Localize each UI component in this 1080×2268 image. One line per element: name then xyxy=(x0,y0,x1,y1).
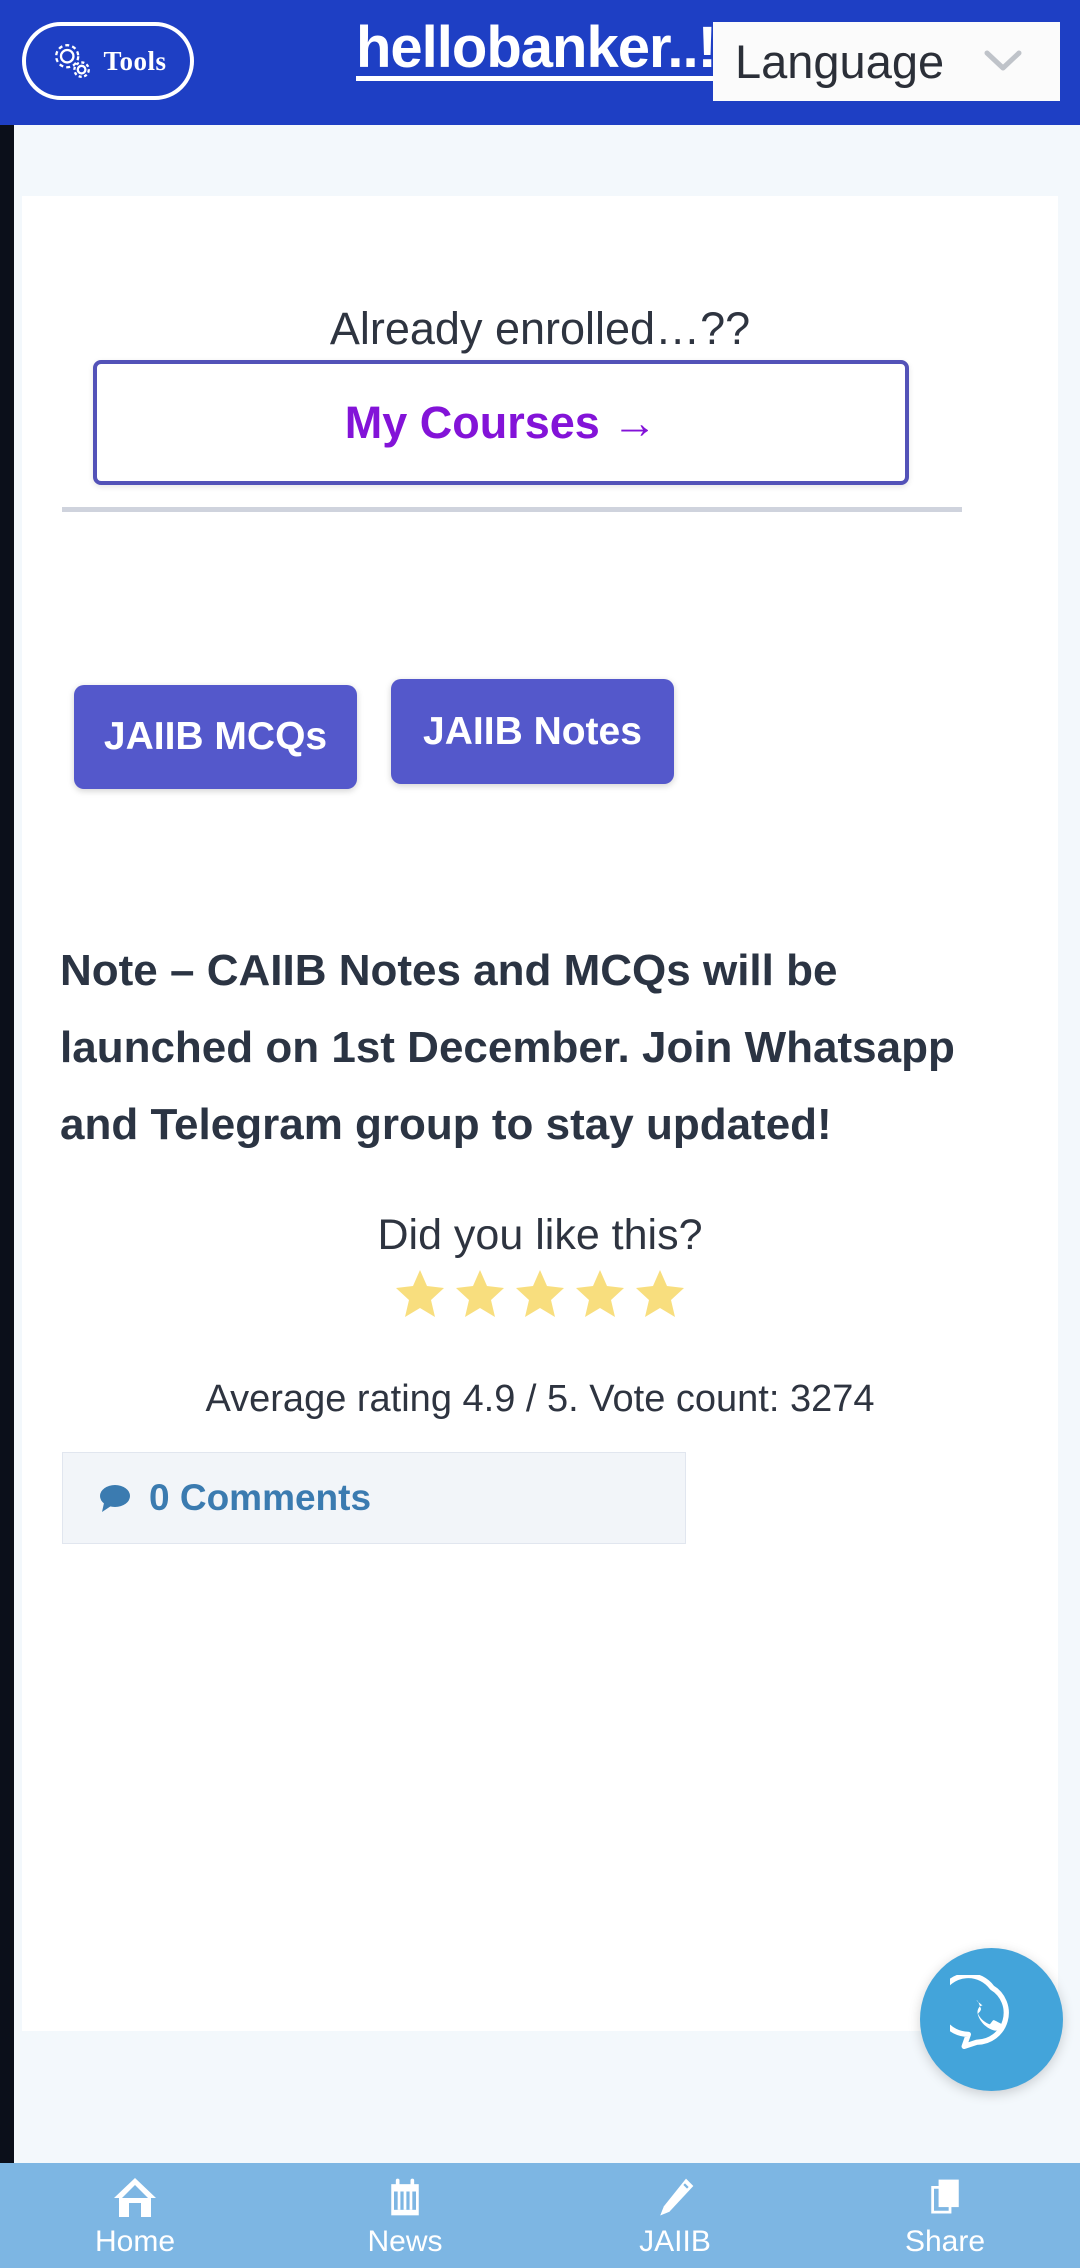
nav-item-home[interactable]: Home xyxy=(0,2163,270,2268)
nav-item-news[interactable]: News xyxy=(270,2163,540,2268)
app-header: Tools hellobanker..! Language xyxy=(0,0,1080,125)
star-icon[interactable] xyxy=(394,1268,446,1318)
page-background: Already enrolled…?? My Courses → JAIIB M… xyxy=(0,125,1080,2163)
star-rating[interactable] xyxy=(22,1268,1058,1318)
my-courses-button[interactable]: My Courses → xyxy=(93,360,909,485)
jaiib-notes-label: JAIIB Notes xyxy=(423,709,642,753)
comments-label: 0 Comments xyxy=(149,1477,372,1518)
star-icon[interactable] xyxy=(574,1268,626,1318)
chevron-down-icon xyxy=(984,48,1022,74)
site-title[interactable]: hellobanker..! xyxy=(356,14,717,81)
tools-button[interactable]: Tools xyxy=(22,22,194,100)
pencil-icon xyxy=(653,2173,697,2221)
my-courses-label: My Courses → xyxy=(344,396,658,448)
language-select[interactable]: Language xyxy=(713,22,1060,101)
jaiib-notes-button[interactable]: JAIIB Notes xyxy=(391,679,674,784)
language-label: Language xyxy=(735,35,945,88)
nav-label-share: Share xyxy=(904,2224,986,2258)
left-edge-bar xyxy=(0,125,14,2163)
jaiib-mcqs-label: JAIIB MCQs xyxy=(103,715,328,758)
bottom-navigation: Home News JAIIB Share xyxy=(0,2163,1080,2268)
content-card: Already enrolled…?? My Courses → JAIIB M… xyxy=(22,196,1058,2031)
comments-bar[interactable]: 0 Comments xyxy=(62,1452,686,1544)
note-paragraph: Note – CAIIB Notes and MCQs will be laun… xyxy=(60,946,955,1149)
speech-bubble-icon xyxy=(97,1483,133,1513)
tools-label: Tools xyxy=(103,45,167,76)
copy-icon xyxy=(923,2173,967,2221)
rating-summary: Average rating 4.9 / 5. Vote count: 3274 xyxy=(205,1378,875,1420)
quick-buttons-row: JAIIB MCQs JAIIB Notes xyxy=(74,679,1006,789)
nav-label-home: Home xyxy=(94,2224,176,2258)
star-icon[interactable] xyxy=(634,1268,686,1318)
nav-item-jaiib[interactable]: JAIIB xyxy=(540,2163,810,2268)
whatsapp-float-button[interactable] xyxy=(920,1948,1063,2091)
calendar-icon xyxy=(383,2173,427,2221)
already-enrolled-text: Already enrolled…?? xyxy=(329,303,751,354)
nav-item-share[interactable]: Share xyxy=(810,2163,1080,2268)
nav-label-jaiib: JAIIB xyxy=(639,2224,711,2258)
nav-label-news: News xyxy=(367,2224,443,2258)
star-icon[interactable] xyxy=(514,1268,566,1318)
gears-icon xyxy=(49,38,95,84)
whatsapp-icon xyxy=(935,1972,1034,2064)
like-question: Did you like this? xyxy=(377,1211,703,1259)
home-icon xyxy=(111,2173,159,2221)
section-divider xyxy=(62,507,962,512)
jaiib-mcqs-button[interactable]: JAIIB MCQs xyxy=(74,685,357,789)
star-icon[interactable] xyxy=(454,1268,506,1318)
